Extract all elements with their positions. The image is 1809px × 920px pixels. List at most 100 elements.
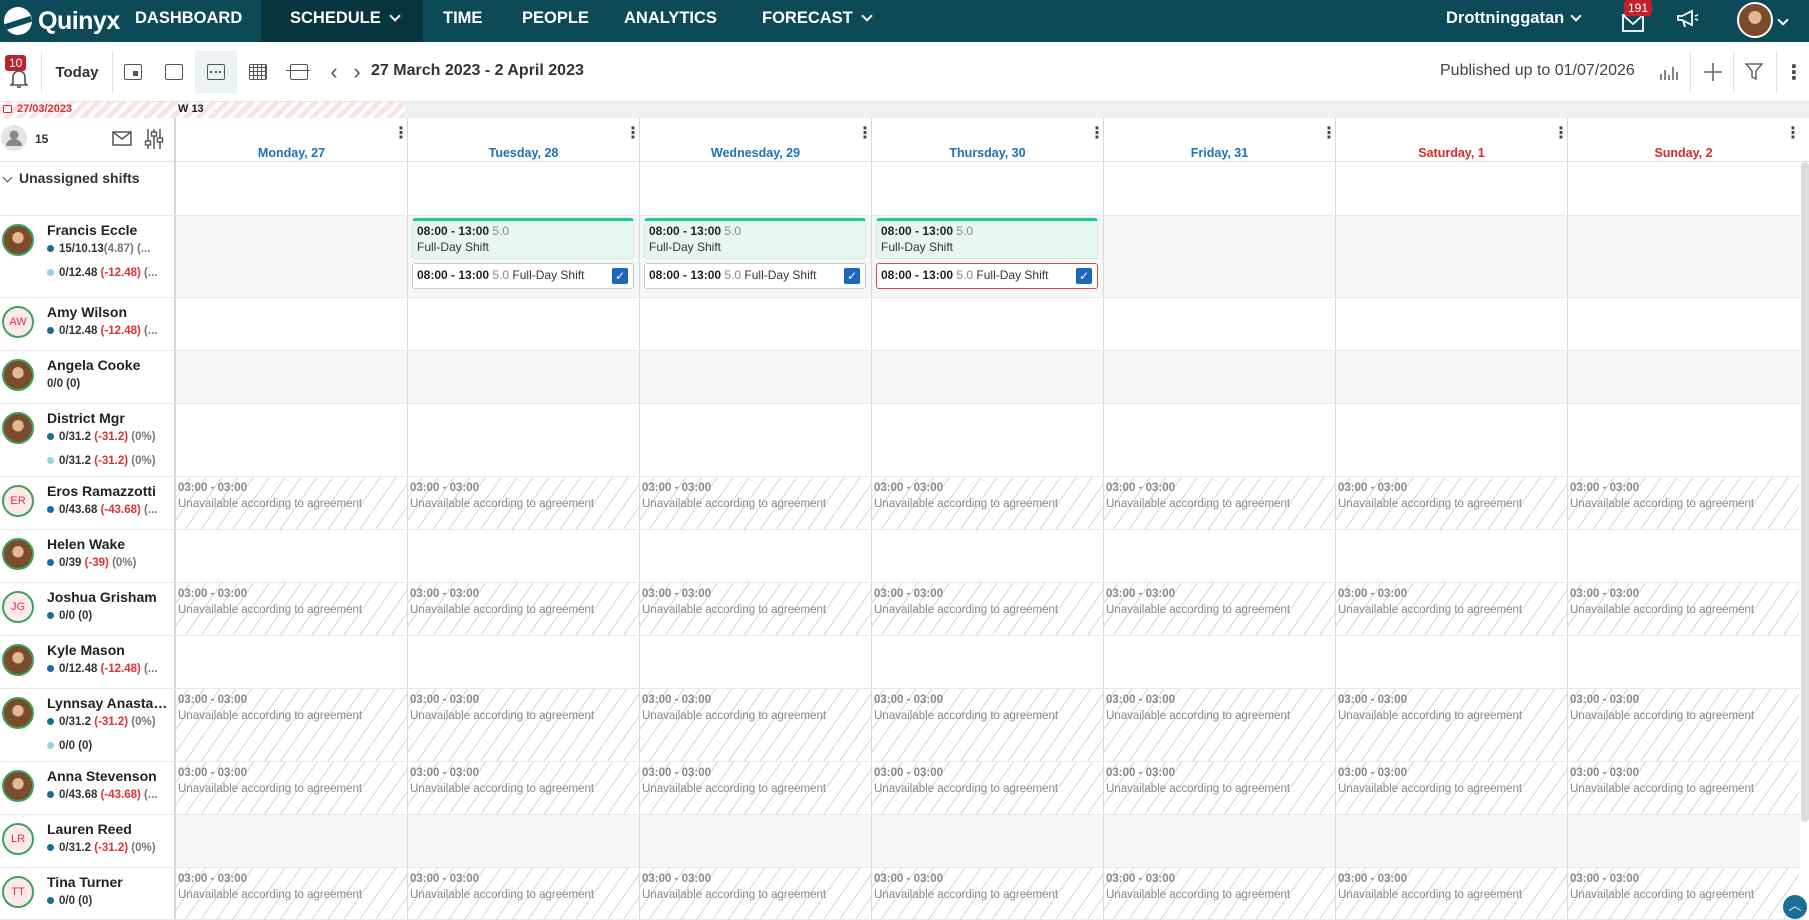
- employee-cell[interactable]: Lynnsay Anastasia 0/31.2 (-31.2) (0%) 0/0 …: [0, 689, 175, 761]
- schedule-cell[interactable]: [1567, 636, 1799, 688]
- schedule-cell[interactable]: [1335, 298, 1567, 350]
- schedule-cell[interactable]: [639, 351, 871, 403]
- schedule-cell[interactable]: 03:00 - 03:00 Unavailable according to ag…: [871, 689, 1103, 761]
- employee-cell[interactable]: TT Tina Turner 0/0 (0): [0, 868, 175, 919]
- schedule-cell[interactable]: [1103, 636, 1335, 688]
- day-more-icon[interactable]: [1089, 123, 1105, 143]
- more-options-button[interactable]: ⋮: [1782, 51, 1806, 93]
- schedule-cell[interactable]: [871, 815, 1103, 867]
- day-more-icon[interactable]: [1553, 123, 1569, 143]
- schedule-cell[interactable]: 03:00 - 03:00 Unavailable according to ag…: [1103, 689, 1335, 761]
- schedule-cell[interactable]: 03:00 - 03:00 Unavailable according to ag…: [871, 762, 1103, 814]
- schedule-cell[interactable]: [175, 351, 407, 403]
- schedule-cell[interactable]: 03:00 - 03:00 Unavailable according to ag…: [407, 477, 639, 529]
- schedule-cell[interactable]: 03:00 - 03:00 Unavailable according to ag…: [1335, 689, 1567, 761]
- nav-forecast[interactable]: FORECAST: [762, 0, 873, 42]
- schedule-cell[interactable]: [407, 162, 639, 215]
- schedule-cell[interactable]: [407, 351, 639, 403]
- schedule-cell[interactable]: 03:00 - 03:00 Unavailable according to ag…: [639, 477, 871, 529]
- schedule-cell[interactable]: [871, 404, 1103, 476]
- user-menu[interactable]: [1737, 2, 1799, 38]
- schedule-cell[interactable]: [1103, 162, 1335, 215]
- schedule-cell[interactable]: 03:00 - 03:00 Unavailable according to ag…: [407, 583, 639, 635]
- schedule-cell[interactable]: [639, 298, 871, 350]
- unassigned-header[interactable]: Unassigned shifts: [0, 162, 175, 215]
- nav-schedule[interactable]: SCHEDULE: [261, 0, 423, 42]
- schedule-cell[interactable]: [407, 815, 639, 867]
- schedule-cell[interactable]: 03:00 - 03:00 Unavailable according to ag…: [407, 762, 639, 814]
- day-more-icon[interactable]: [1321, 123, 1337, 143]
- announcements-button[interactable]: [1676, 9, 1702, 33]
- nav-dashboard[interactable]: DASHBOARD: [135, 0, 242, 42]
- employee-cell[interactable]: Helen Wake 0/39 (-39) (0%): [0, 530, 175, 582]
- day-more-icon[interactable]: [393, 123, 409, 143]
- schedule-cell[interactable]: [1103, 351, 1335, 403]
- shift-card[interactable]: 08:00 - 13:00 5.0 Full-Day Shift: [644, 218, 866, 259]
- schedule-cell[interactable]: 03:00 - 03:00 Unavailable according to ag…: [407, 868, 639, 919]
- scroll-top-button[interactable]: ︿: [1783, 895, 1807, 919]
- shift-row-card[interactable]: 08:00 - 13:00 5.0 Full-Day Shift ✓: [644, 263, 866, 289]
- schedule-cell[interactable]: [1335, 351, 1567, 403]
- schedule-cell[interactable]: 03:00 - 03:00 Unavailable according to ag…: [1103, 583, 1335, 635]
- schedule-cell[interactable]: [1335, 216, 1567, 297]
- shift-checkbox[interactable]: ✓: [844, 268, 860, 284]
- schedule-cell[interactable]: [175, 404, 407, 476]
- view-single-button[interactable]: [158, 51, 190, 93]
- shift-row-card[interactable]: 08:00 - 13:00 5.0 Full-Day Shift ✓: [412, 263, 634, 289]
- schedule-cell[interactable]: 03:00 - 03:00 Unavailable according to ag…: [175, 689, 407, 761]
- schedule-cell[interactable]: [871, 351, 1103, 403]
- schedule-cell[interactable]: 03:00 - 03:00 Unavailable according to ag…: [1103, 477, 1335, 529]
- schedule-cell[interactable]: 08:00 - 13:00 5.0 Full-Day Shift 08:00 - 1…: [871, 216, 1103, 297]
- schedule-cell[interactable]: [1335, 404, 1567, 476]
- schedule-cell[interactable]: [1103, 216, 1335, 297]
- day-header[interactable]: Thursday, 30: [871, 118, 1105, 162]
- nav-people[interactable]: PEOPLE: [522, 0, 589, 42]
- employee-cell[interactable]: Francis Eccle 15/10.13(4.87) (... 0/12.48 …: [0, 216, 175, 297]
- employee-cell[interactable]: District Mgr 0/31.2 (-31.2) (0%) 0/31.2 (-…: [0, 404, 175, 476]
- schedule-cell[interactable]: 03:00 - 03:00 Unavailable according to ag…: [1567, 583, 1799, 635]
- employee-cell[interactable]: ER Eros Ramazzotti 0/43.68 (-43.68) (...: [0, 477, 175, 529]
- schedule-cell[interactable]: 03:00 - 03:00 Unavailable according to ag…: [175, 583, 407, 635]
- schedule-cell[interactable]: 03:00 - 03:00 Unavailable according to ag…: [1103, 762, 1335, 814]
- schedule-cell[interactable]: [407, 530, 639, 582]
- nav-time[interactable]: TIME: [443, 0, 482, 42]
- schedule-cell[interactable]: 03:00 - 03:00 Unavailable according to ag…: [1335, 868, 1567, 919]
- employee-cell[interactable]: Kyle Mason 0/12.48 (-12.48) (...: [0, 636, 175, 688]
- today-button[interactable]: Today: [42, 51, 112, 93]
- quinyx-logo[interactable]: Quinyx: [4, 3, 120, 39]
- day-header[interactable]: Wednesday, 29: [639, 118, 873, 162]
- schedule-cell[interactable]: [639, 404, 871, 476]
- mail-button[interactable]: 191: [1620, 0, 1653, 36]
- shift-card[interactable]: 08:00 - 13:00 5.0 Full-Day Shift: [412, 218, 634, 259]
- nav-analytics[interactable]: ANALYTICS: [624, 0, 717, 42]
- view-month-button[interactable]: [242, 51, 274, 93]
- schedule-cell[interactable]: [175, 815, 407, 867]
- schedule-cell[interactable]: [407, 298, 639, 350]
- schedule-cell[interactable]: [1567, 815, 1799, 867]
- unit-selector[interactable]: Drottninggatan: [1446, 0, 1582, 42]
- add-button[interactable]: [1700, 51, 1726, 93]
- schedule-cell[interactable]: [175, 216, 407, 297]
- schedule-cell[interactable]: [175, 636, 407, 688]
- schedule-cell[interactable]: [407, 404, 639, 476]
- schedule-cell[interactable]: [1567, 404, 1799, 476]
- schedule-cell[interactable]: 03:00 - 03:00 Unavailable according to ag…: [639, 868, 871, 919]
- mail-icon[interactable]: [112, 131, 132, 146]
- view-week-button[interactable]: [195, 51, 237, 93]
- notifications-button[interactable]: 10: [4, 51, 34, 93]
- schedule-cell[interactable]: [1335, 636, 1567, 688]
- schedule-cell[interactable]: [1103, 298, 1335, 350]
- schedule-cell[interactable]: [175, 530, 407, 582]
- schedule-cell[interactable]: [175, 162, 407, 215]
- vertical-scrollbar[interactable]: [1801, 162, 1809, 822]
- schedule-cell[interactable]: [871, 162, 1103, 215]
- shift-row-card[interactable]: 08:00 - 13:00 5.0 Full-Day Shift ✓: [876, 263, 1098, 289]
- schedule-cell[interactable]: 03:00 - 03:00 Unavailable according to ag…: [1567, 762, 1799, 814]
- schedule-cell[interactable]: 08:00 - 13:00 5.0 Full-Day Shift 08:00 - 1…: [639, 216, 871, 297]
- schedule-cell[interactable]: 08:00 - 13:00 5.0 Full-Day Shift 08:00 - 1…: [407, 216, 639, 297]
- sliders-icon[interactable]: [144, 128, 164, 150]
- day-header[interactable]: Saturday, 1: [1335, 118, 1569, 162]
- day-more-icon[interactable]: [857, 123, 873, 143]
- schedule-cell[interactable]: [639, 530, 871, 582]
- schedule-cell[interactable]: 03:00 - 03:00 Unavailable according to ag…: [1103, 868, 1335, 919]
